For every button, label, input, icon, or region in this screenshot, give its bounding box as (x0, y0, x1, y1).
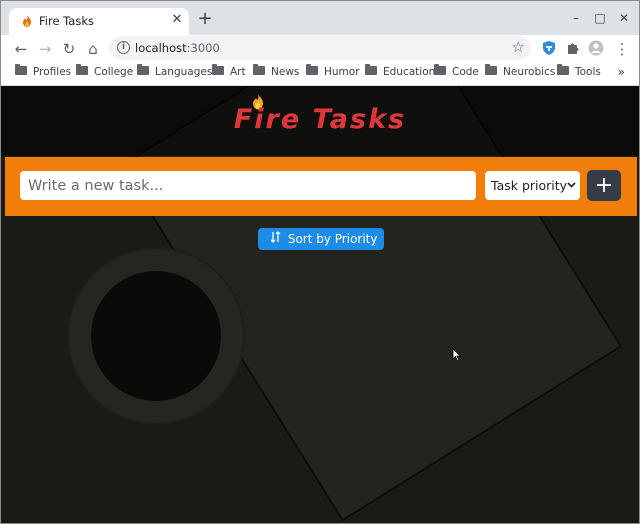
folder-icon (365, 64, 377, 75)
bookmark-art[interactable]: Art (212, 64, 246, 82)
sort-button-label: Sort by Priority (287, 232, 378, 246)
address-bar[interactable]: i localhost:3000 ☆ (109, 36, 531, 60)
url-port: :3000 (186, 41, 220, 55)
menu-icon[interactable]: ⋮ (612, 39, 632, 59)
site-info-icon[interactable]: i (117, 41, 130, 54)
bookmark-education[interactable]: Education (365, 64, 436, 82)
minimize-icon[interactable]: – (569, 11, 583, 25)
folder-icon (76, 64, 88, 75)
home-icon[interactable]: ⌂ (83, 39, 103, 59)
url-text: localhost:3000 (135, 41, 220, 55)
browser-toolbar: ← → ↻ ⌂ i localhost:3000 ☆ ⋮ (1, 35, 639, 62)
bookmark-star-icon[interactable]: ☆ (512, 38, 525, 56)
bookmark-profiles[interactable]: Profiles (15, 64, 72, 82)
close-window-icon[interactable]: ✕ (617, 11, 631, 25)
tab-strip: Fire Tasks ✕ + – □ ✕ (1, 1, 639, 35)
mouse-cursor-icon (452, 348, 462, 362)
app-page: Fire Tasks Task priority + Sort by Prior… (1, 86, 639, 523)
app-header: Fire Tasks (1, 86, 639, 156)
background-coffee-cup (91, 271, 221, 401)
bookmark-label: Art (230, 66, 246, 78)
bookmark-languages[interactable]: Languages (137, 64, 213, 82)
back-icon[interactable]: ← (11, 39, 31, 59)
bookmarks-bar: Profiles College Languages Art News Humo… (1, 62, 639, 86)
task-entry-bar: Task priority + (5, 157, 637, 216)
folder-icon (253, 64, 265, 75)
folder-icon (137, 64, 149, 75)
folder-icon (485, 64, 497, 75)
bookmark-label: Tools (575, 66, 601, 78)
bookmark-label: News (271, 66, 300, 78)
app-title: Fire Tasks (233, 104, 407, 135)
priority-select-value: Task priority (491, 178, 568, 193)
folder-icon (306, 64, 318, 75)
maximize-icon[interactable]: □ (593, 11, 607, 25)
more-bookmarks-icon[interactable]: » (618, 65, 625, 79)
forward-icon[interactable]: → (35, 39, 55, 59)
sort-by-priority-button[interactable]: Sort by Priority (258, 228, 384, 250)
bookmark-neurobics[interactable]: Neurobics (485, 64, 556, 82)
bookmark-label: Languages (155, 66, 213, 78)
folder-icon (557, 64, 569, 75)
bookmark-label: Education (383, 66, 436, 78)
bookmark-label: Profiles (33, 66, 72, 78)
puzzle-extensions-icon[interactable] (565, 40, 581, 56)
reload-icon[interactable]: ↻ (59, 39, 79, 59)
bookmark-label: College (94, 66, 134, 78)
folder-icon (15, 64, 27, 75)
bookmark-code[interactable]: Code (434, 64, 479, 82)
new-tab-button[interactable]: + (195, 9, 215, 29)
folder-icon (212, 64, 224, 75)
bookmark-humor[interactable]: Humor (306, 64, 360, 82)
bookmark-tools[interactable]: Tools (557, 64, 601, 82)
bookmark-label: Humor (324, 66, 360, 78)
plus-icon: + (594, 173, 614, 198)
sort-icon (270, 228, 284, 250)
bookmark-news[interactable]: News (253, 64, 300, 82)
priority-select[interactable]: Task priority (485, 171, 580, 200)
profile-avatar-icon[interactable] (588, 40, 604, 56)
close-tab-icon[interactable]: ✕ (169, 12, 185, 28)
shield-extension-icon[interactable] (541, 40, 557, 56)
tab-fire-tasks[interactable]: Fire Tasks ✕ (9, 8, 189, 35)
folder-icon (434, 64, 446, 75)
browser-window: Fire Tasks ✕ + – □ ✕ ← → ↻ ⌂ i localhost… (0, 0, 640, 524)
bookmark-label: Neurobics (503, 66, 556, 78)
task-input[interactable] (20, 171, 476, 200)
tab-title: Fire Tasks (39, 14, 94, 28)
bookmark-college[interactable]: College (76, 64, 134, 82)
add-task-button[interactable]: + (587, 170, 621, 201)
flame-icon (23, 15, 31, 27)
url-host: localhost (135, 41, 187, 55)
bookmark-label: Code (452, 66, 479, 78)
